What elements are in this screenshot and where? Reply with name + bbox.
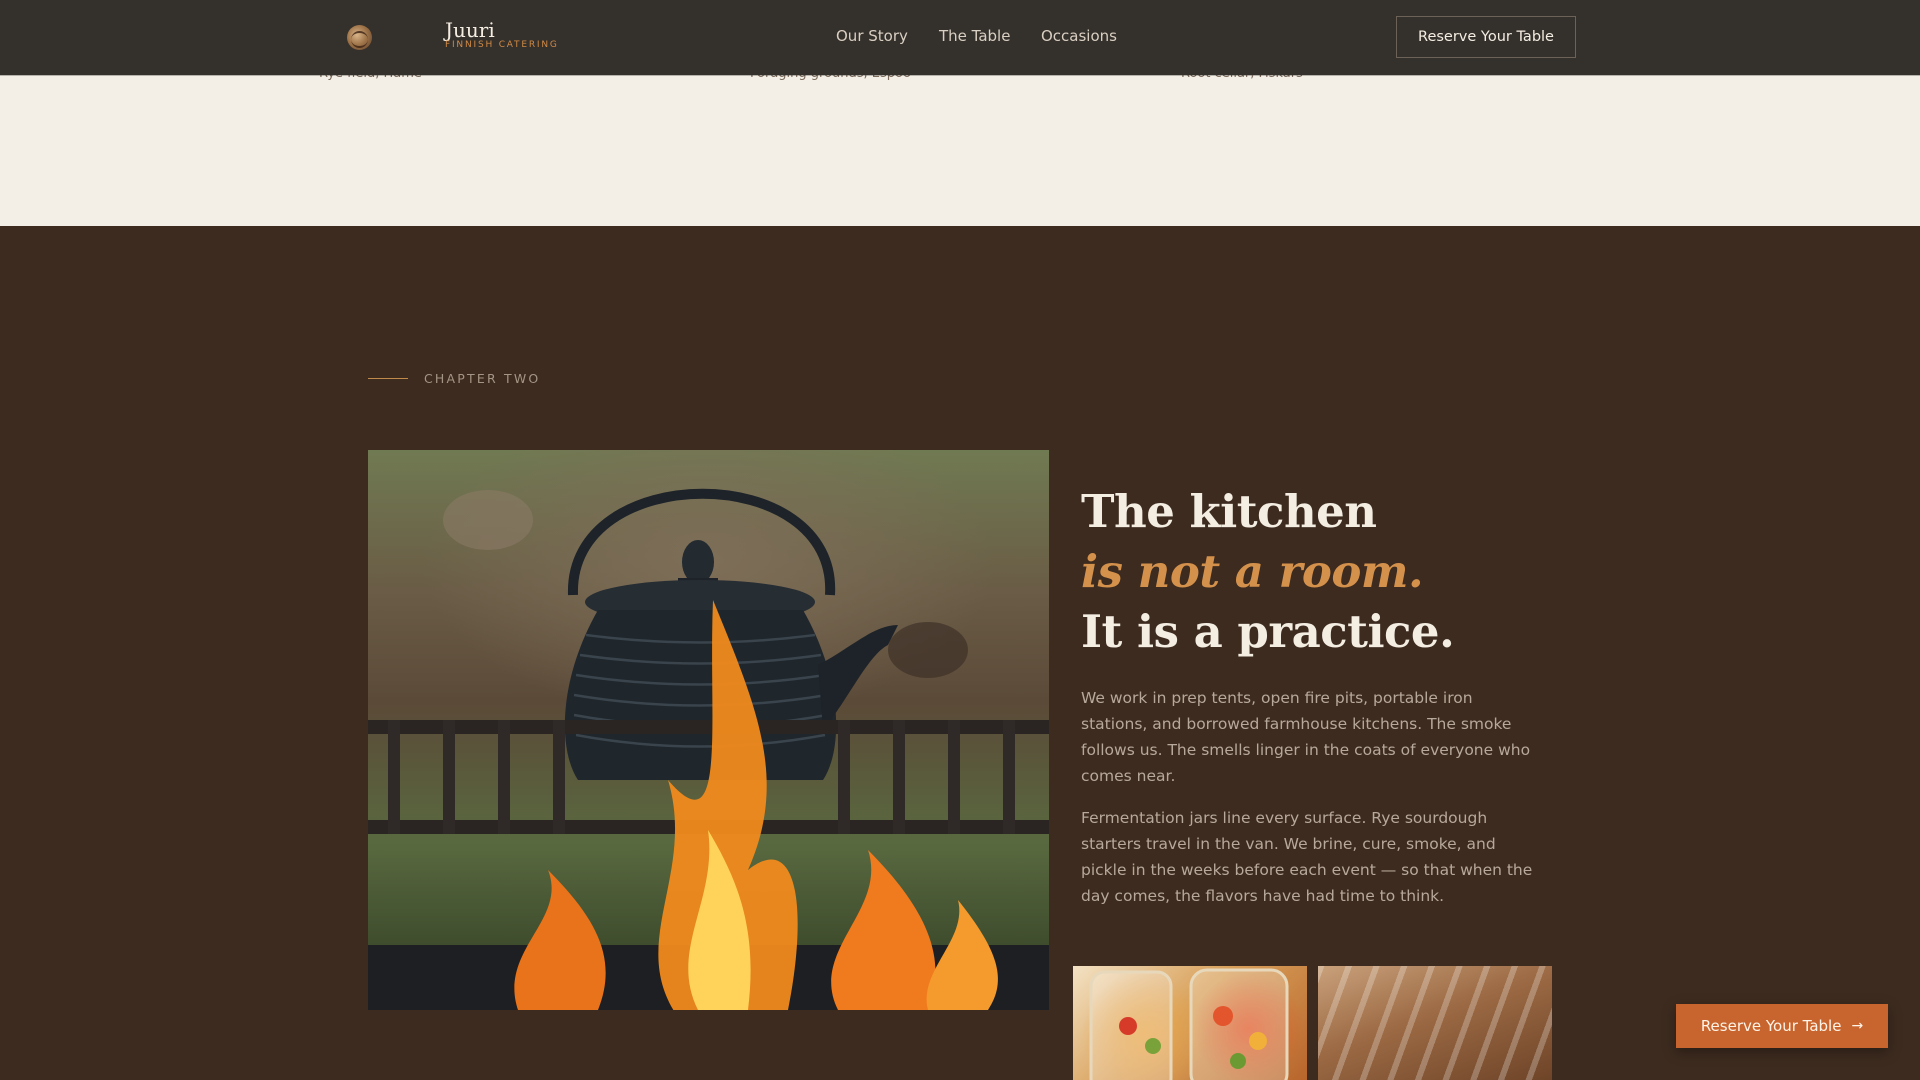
kettle-fire-illustration	[368, 488, 1049, 1010]
pickle-jars-image	[1073, 966, 1307, 1080]
headline-line-3: It is a practice.	[1081, 605, 1455, 658]
chapter-body-paragraph-1: We work in prep tents, open fire pits, p…	[1081, 689, 1531, 785]
chapter-label: CHAPTER TWO	[368, 370, 540, 386]
nav-link-our-story[interactable]: Our Story	[836, 27, 908, 45]
chapter-rule	[368, 377, 408, 379]
site-header: Juuri FINNISH CATERING Our Story The Tab…	[0, 0, 1920, 75]
chapter-label-text: CHAPTER TWO	[424, 370, 541, 386]
nav-link-the-table[interactable]: The Table	[939, 27, 1010, 45]
rye-bread-image	[1318, 966, 1552, 1080]
page: Rye field, Häme Foraging grounds, Espoo …	[0, 0, 1920, 1080]
chapter-body-paragraph-2: Fermentation jars line every surface. Ry…	[1081, 809, 1533, 905]
pickle-jars-illustration	[1089, 968, 1289, 1080]
nav-link-occasions[interactable]: Occasions	[1041, 27, 1117, 45]
floating-reserve-table-button[interactable]: Reserve Your Table →	[1676, 1004, 1888, 1048]
arrow-right-icon: →	[1851, 1018, 1864, 1034]
chapter-headline: The kitchen is not a room. It is a pract…	[1081, 482, 1455, 662]
kettle-fire-image	[368, 450, 1049, 1010]
headline-line-1: The kitchen	[1081, 485, 1377, 538]
headline-accent: is not a room.	[1081, 545, 1424, 598]
floating-cta-label: Reserve Your Table	[1700, 1017, 1842, 1035]
reserve-table-button[interactable]: Reserve Your Table	[1396, 16, 1576, 58]
main-nav: Our Story The Table Occasions	[0, 27, 1920, 49]
